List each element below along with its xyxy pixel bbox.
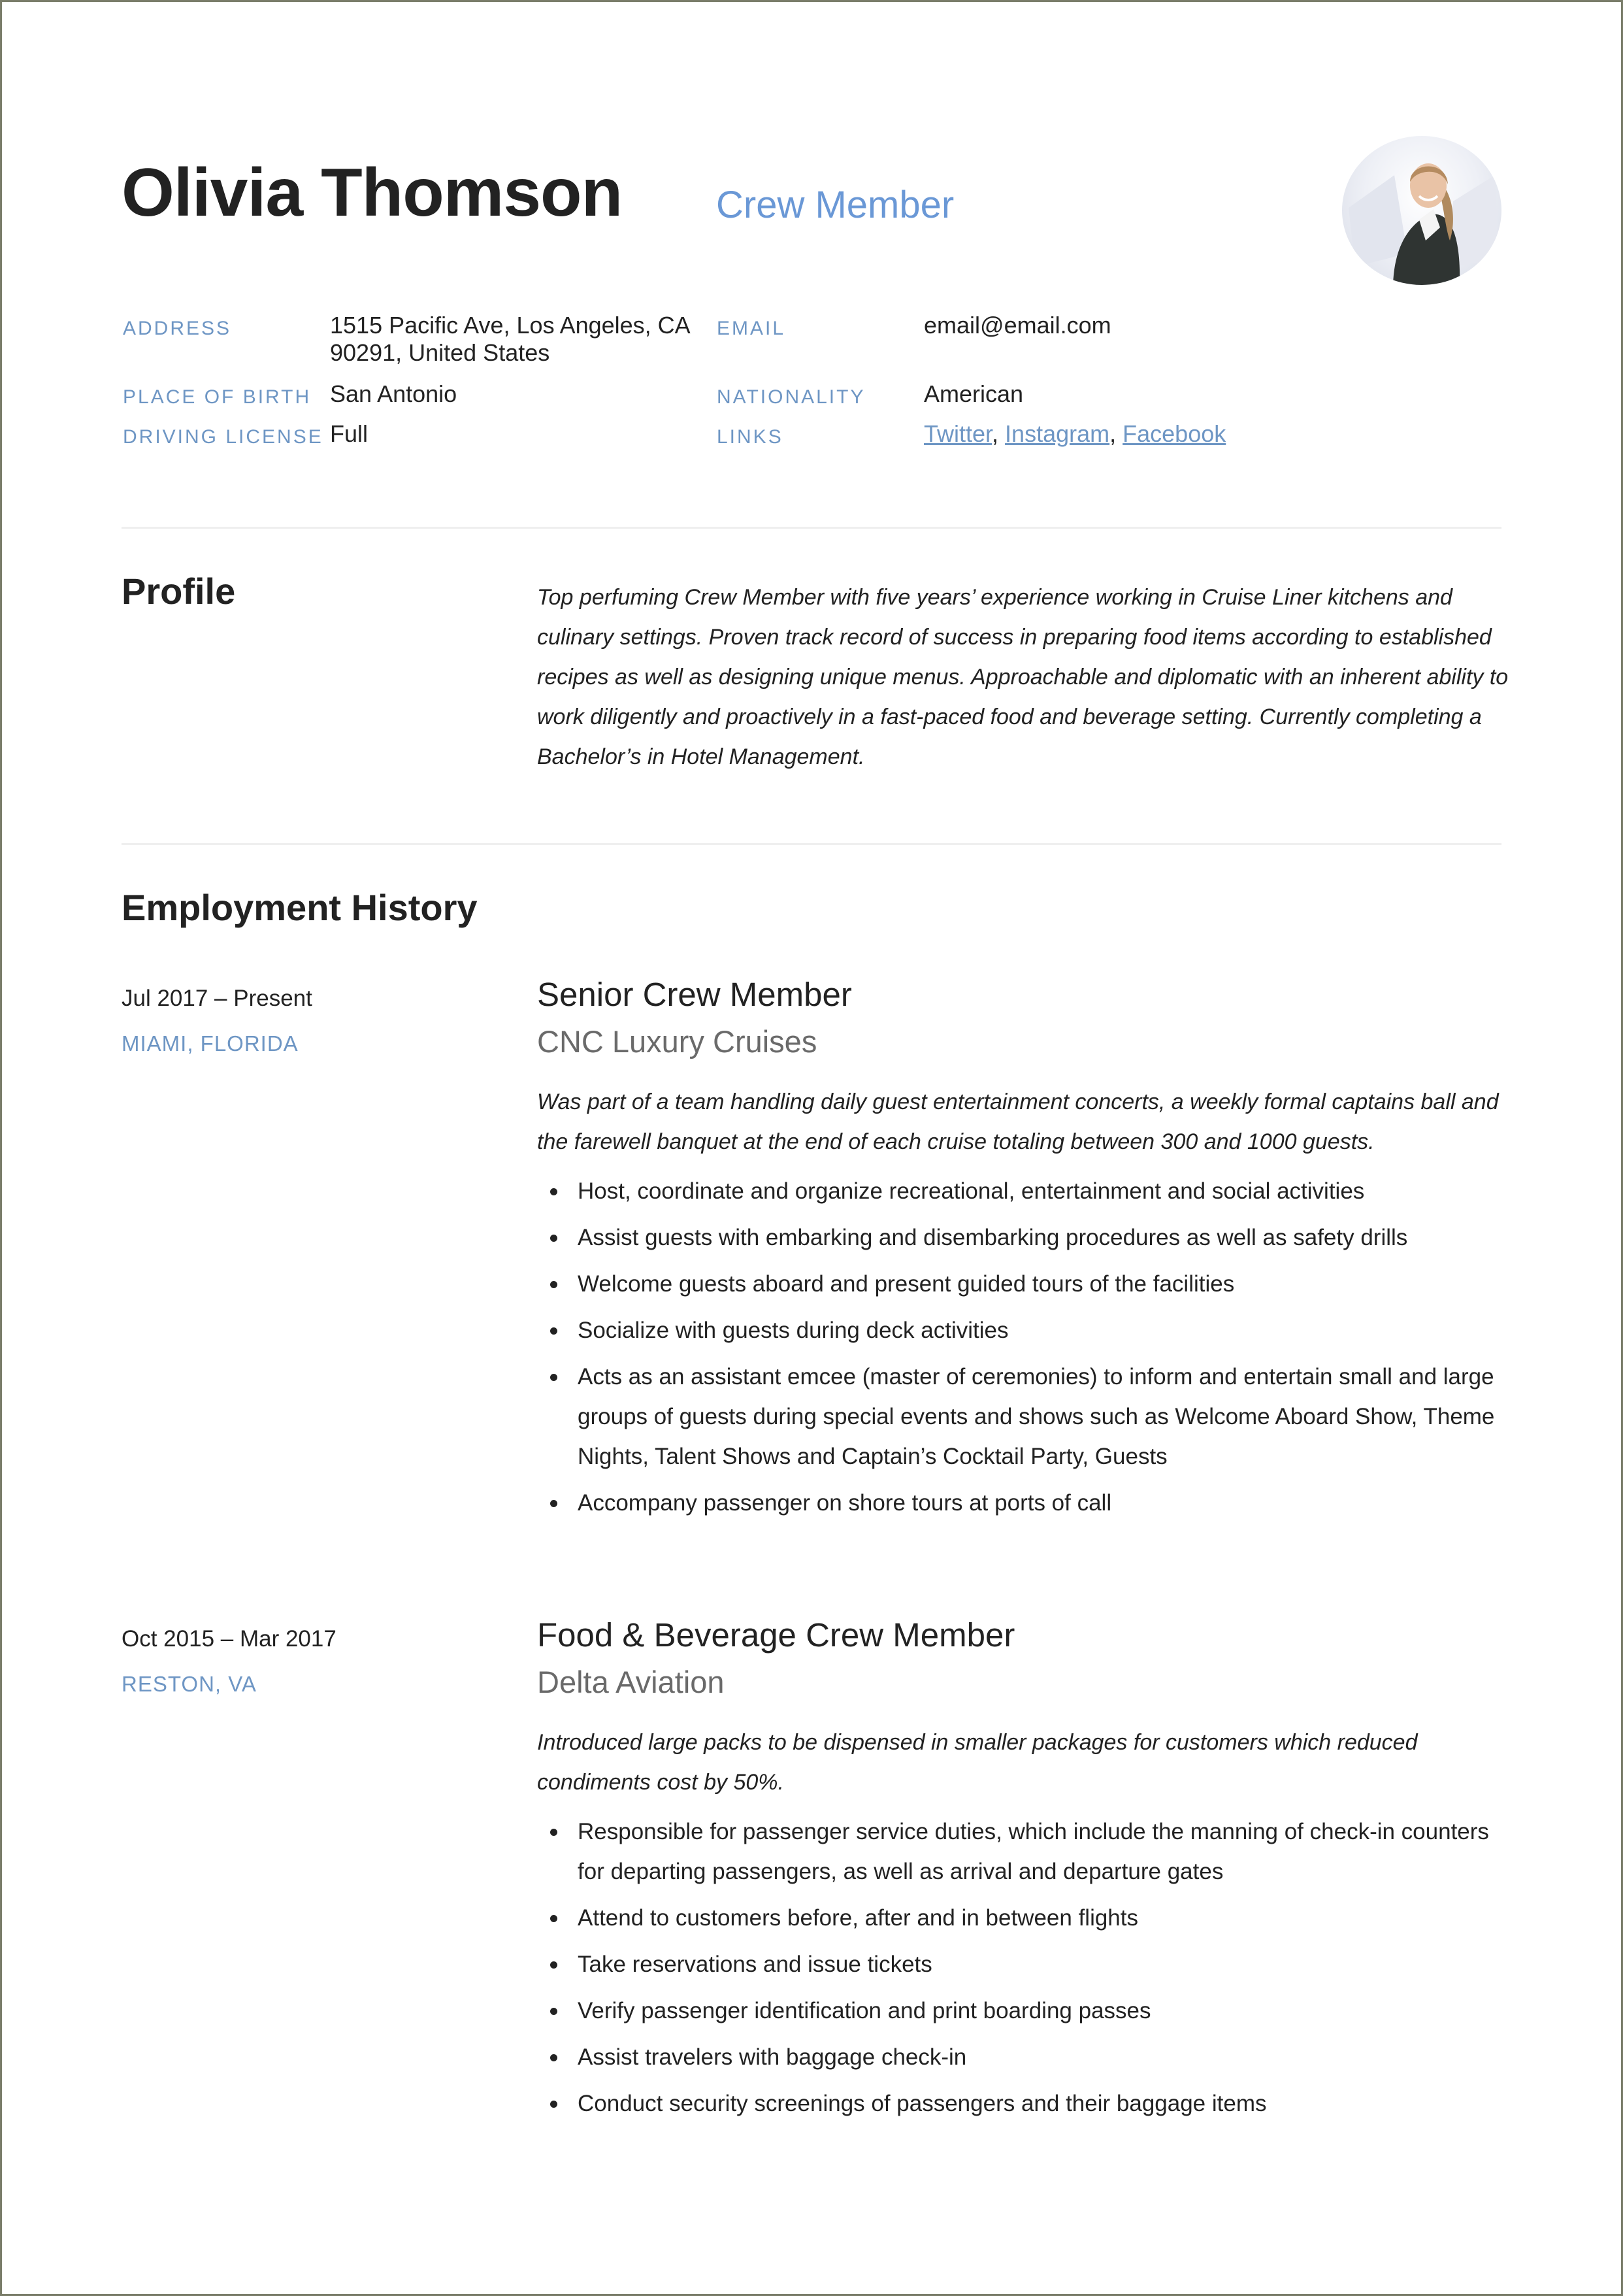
place-of-birth-label: PLACE OF BIRTH [123, 386, 312, 408]
email-label: EMAIL [717, 318, 786, 339]
section-divider [122, 843, 1501, 845]
job-bullet: Socialize with guests during deck activi… [537, 1310, 1511, 1350]
job-bullet: Attend to customers before, after and in… [537, 1898, 1511, 1938]
links-value: Twitter, Instagram, Facebook [924, 420, 1226, 448]
address-line-1: 1515 Pacific Ave, Los Angeles, CA [330, 312, 691, 339]
job-bullet: Host, coordinate and organize recreation… [537, 1171, 1511, 1211]
job-title: Food & Beverage Crew Member [537, 1616, 1015, 1654]
link-separator: , [992, 420, 1006, 447]
instagram-link[interactable]: Instagram [1005, 420, 1109, 447]
job-bullet-list: Responsible for passenger service duties… [537, 1812, 1511, 2130]
email-value: email@email.com [924, 312, 1111, 339]
facebook-link[interactable]: Facebook [1123, 420, 1226, 447]
job-bullet: Conduct security screenings of passenger… [537, 2084, 1511, 2123]
job-location: MIAMI, FLORIDA [122, 1031, 299, 1056]
job-company: CNC Luxury Cruises [537, 1024, 817, 1059]
job-bullet: Responsible for passenger service duties… [537, 1812, 1511, 1891]
job-dates: Jul 2017 – Present [122, 986, 312, 1011]
driving-license-label: DRIVING LICENSE [123, 426, 323, 448]
job-title: Senior Crew Member [537, 976, 852, 1013]
job-bullet: Acts as an assistant emcee (master of ce… [537, 1357, 1511, 1476]
candidate-name: Olivia Thomson [122, 155, 623, 231]
link-separator: , [1109, 420, 1123, 447]
profile-heading: Profile [122, 571, 236, 612]
nationality-value: American [924, 380, 1024, 407]
profile-text: Top perfuming Crew Member with five year… [537, 585, 1509, 769]
address-label: ADDRESS [123, 318, 232, 339]
avatar [1342, 136, 1501, 285]
job-dates: Oct 2015 – Mar 2017 [122, 1626, 336, 1652]
employment-heading: Employment History [122, 887, 478, 928]
job-bullet: Verify passenger identification and prin… [537, 1991, 1511, 2031]
avatar-photo-icon [1349, 163, 1499, 285]
place-of-birth-value: San Antonio [330, 380, 457, 407]
links-label: LINKS [717, 426, 783, 448]
nationality-label: NATIONALITY [717, 386, 866, 408]
resume-page: Olivia Thomson Crew Member ADDRESS 1515 … [0, 0, 1623, 2296]
job-location: RESTON, VA [122, 1672, 257, 1696]
job-bullet: Assist travelers with baggage check-in [537, 2037, 1511, 2077]
section-divider [122, 527, 1501, 529]
job-bullet: Take reservations and issue tickets [537, 1944, 1511, 1984]
job-summary: Introduced large packs to be dispensed i… [537, 1730, 1418, 1795]
driving-license-value: Full [330, 420, 369, 447]
address-line-2: 90291, United States [330, 339, 550, 366]
job-summary: Was part of a team handling daily guest … [537, 1090, 1499, 1154]
twitter-link[interactable]: Twitter [924, 420, 992, 447]
job-bullet-list: Host, coordinate and organize recreation… [537, 1171, 1511, 1529]
job-bullet: Welcome guests aboard and present guided… [537, 1264, 1511, 1304]
job-company: Delta Aviation [537, 1665, 725, 1699]
address-value: 1515 Pacific Ave, Los Angeles, CA 90291,… [330, 312, 691, 367]
job-bullet: Accompany passenger on shore tours at po… [537, 1483, 1511, 1523]
candidate-job-title: Crew Member [716, 184, 955, 226]
job-bullet: Assist guests with embarking and disemba… [537, 1218, 1511, 1257]
